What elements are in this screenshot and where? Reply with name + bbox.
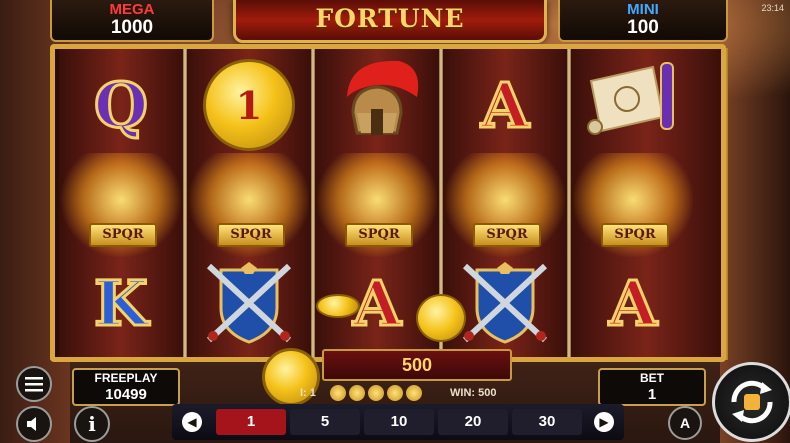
bet-prev-button[interactable]: ◀ [182, 412, 202, 432]
reel-2: 1 SPQR [187, 49, 311, 357]
roman-helmet-icon [347, 60, 419, 135]
symbol-eagle: SPQR [189, 153, 309, 257]
mini-eagle-icon [368, 385, 384, 401]
spin-arrows-icon [731, 380, 773, 424]
speaker-icon [27, 417, 36, 431]
crossed-swords-shield-icon [206, 262, 292, 344]
bet-option-20[interactable]: 20 [438, 409, 508, 435]
info-strip: I: 1 WIN: 500 [300, 385, 510, 403]
bet-panel: BET 1 [598, 368, 706, 406]
mini-eagle-icon [387, 385, 403, 401]
mini-eagles [330, 385, 440, 403]
spqr-plate: SPQR [345, 223, 413, 247]
info-button[interactable]: i [74, 406, 110, 442]
lines-label: I: 1 [300, 387, 316, 399]
hamburger-icon [25, 377, 43, 392]
freeplay-panel: FREEPLAY 10499 [72, 368, 180, 406]
scroll-icon [587, 62, 674, 135]
win-display-value: 500 [401, 355, 433, 375]
bet-option-1[interactable]: 1 [216, 409, 286, 435]
flying-coin-icon [416, 294, 466, 342]
coin-icon: 1 [203, 59, 295, 151]
autoplay-icon: A [679, 415, 691, 431]
symbol-eagle: SPQR [445, 153, 565, 257]
mega-jackpot: MEGA 1000 [50, 0, 214, 42]
bet-option-5[interactable]: 5 [290, 409, 360, 435]
symbol-k: K [66, 255, 176, 351]
sound-button[interactable] [16, 406, 52, 442]
mini-jackpot: MINI 100 [558, 0, 728, 42]
chevron-right-icon: ▶ [599, 415, 609, 429]
spin-button[interactable] [712, 362, 790, 442]
reel-1: Q SPQR K [59, 49, 183, 357]
clock: 23:14 [761, 3, 784, 13]
symbol-q: Q [66, 57, 176, 153]
menu-button[interactable] [16, 366, 52, 402]
game-title: FORTUNE [233, 0, 547, 43]
symbol-scroll [578, 53, 688, 149]
bet-option-10[interactable]: 10 [364, 409, 434, 435]
symbol-coin: 1 [194, 57, 304, 153]
mini-eagle-icon [406, 385, 422, 401]
symbol-a: A [450, 57, 560, 153]
symbol-a-letter: A [351, 265, 402, 341]
chevron-left-icon: ◀ [187, 415, 197, 429]
bet-label: BET [640, 371, 664, 385]
freeplay-value: 10499 [105, 386, 147, 403]
info-icon: i [88, 412, 96, 436]
spqr-plate: SPQR [89, 223, 157, 247]
symbol-q-letter: Q [92, 67, 149, 143]
mini-eagle-icon [349, 385, 365, 401]
symbol-a: A [578, 255, 688, 351]
win-display: 500 [322, 349, 512, 381]
mini-eagle-icon [330, 385, 346, 401]
symbol-a-letter: A [479, 67, 530, 143]
reel-5: SPQR A [571, 49, 721, 357]
win-label: WIN: 500 [450, 387, 497, 399]
symbol-eagle: SPQR [61, 153, 181, 257]
symbol-shield [450, 255, 560, 351]
mega-jackpot-value: 1000 [110, 17, 154, 38]
spqr-plate: SPQR [601, 223, 669, 247]
spqr-plate: SPQR [217, 223, 285, 247]
bet-value: 1 [647, 386, 657, 403]
bet-option-30[interactable]: 30 [512, 409, 582, 435]
freeplay-label: FREEPLAY [94, 371, 158, 385]
symbol-shield [194, 255, 304, 351]
symbol-eagle: SPQR [573, 153, 693, 257]
mega-jackpot-label: MEGA [109, 1, 155, 18]
crossed-swords-shield-icon [462, 262, 548, 344]
symbol-helmet [322, 53, 432, 149]
spqr-plate: SPQR [473, 223, 541, 247]
reels-grid: Q SPQR K 1 SPQR SPQR A A SPQR SPQR A [50, 44, 726, 362]
mini-jackpot-value: 100 [627, 17, 659, 38]
symbol-a-letter: A [607, 265, 658, 341]
flying-coin-icon [316, 294, 360, 318]
bet-selector: ◀ 1 5 10 20 30 ▶ [172, 404, 624, 440]
game-title-text: FORTUNE [315, 4, 465, 33]
bet-next-button[interactable]: ▶ [594, 412, 614, 432]
autoplay-button[interactable]: A [668, 406, 702, 440]
mini-jackpot-label: MINI [627, 1, 659, 18]
symbol-eagle: SPQR [317, 153, 437, 257]
symbol-k-letter: K [93, 265, 150, 341]
